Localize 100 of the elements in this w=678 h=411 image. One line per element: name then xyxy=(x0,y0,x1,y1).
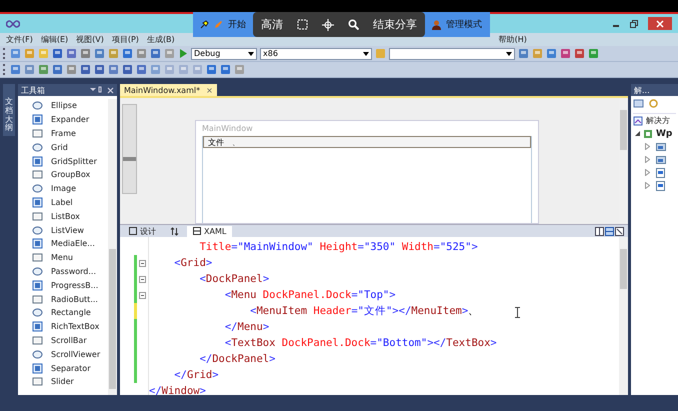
toolbar-icon[interactable] xyxy=(220,64,231,75)
toolbar-icon[interactable] xyxy=(38,64,49,75)
toolbar-icon[interactable] xyxy=(164,48,175,59)
toolbar-icon[interactable] xyxy=(164,64,175,75)
toolbar-icon[interactable] xyxy=(24,48,35,59)
toolbar-icon[interactable] xyxy=(206,64,217,75)
toolbar-icon[interactable] xyxy=(136,64,147,75)
side-tab[interactable]: 文档大纲 xyxy=(3,84,15,136)
toolbox-item[interactable]: Grid xyxy=(51,142,68,152)
toolbox-item[interactable]: Image xyxy=(51,184,76,194)
share-label[interactable]: 开始 xyxy=(228,18,246,31)
file-icon[interactable] xyxy=(656,180,665,190)
restore-icon[interactable] xyxy=(630,20,638,28)
toolbar-icon[interactable] xyxy=(24,64,35,75)
code-line: Title="MainWindow" Height="350" Width="525"> xyxy=(198,240,478,255)
control-icon xyxy=(32,362,43,374)
toolbar-icon[interactable] xyxy=(560,48,571,59)
scroll-bar[interactable] xyxy=(108,99,117,395)
toolbox-item[interactable]: RichTextBox xyxy=(51,322,100,332)
toolbar-icon[interactable] xyxy=(10,48,21,59)
toolbox-item[interactable]: ListBox xyxy=(51,212,80,221)
tree-item[interactable]: 解决方 xyxy=(646,115,670,126)
toolbox-item[interactable]: Expander xyxy=(51,115,90,124)
toolbar-icon[interactable] xyxy=(192,64,203,75)
split-view-icon[interactable] xyxy=(595,226,625,236)
menu-title[interactable]: 帮助(H) xyxy=(498,34,527,45)
toolbox-item[interactable]: Password... xyxy=(51,266,96,276)
toolbox-item[interactable]: GroupBox xyxy=(51,170,90,180)
toolbar-icon[interactable] xyxy=(94,48,105,59)
toolbar-icon[interactable] xyxy=(136,48,147,59)
toolbox-item[interactable]: MediaEle... xyxy=(51,239,95,248)
close-button[interactable] xyxy=(648,17,672,30)
search-icon[interactable] xyxy=(348,19,359,30)
toolbar-icon[interactable] xyxy=(80,48,91,59)
toolbar-icon[interactable] xyxy=(178,64,189,75)
select-area-icon[interactable] xyxy=(297,19,308,30)
toolbar-icon[interactable] xyxy=(80,64,91,75)
panel-title: 解... xyxy=(634,84,650,96)
toolbar-icon[interactable] xyxy=(10,64,21,75)
toolbar-icon[interactable] xyxy=(588,48,599,59)
toolbox-item[interactable]: Rectangle xyxy=(51,308,91,318)
toolbar-icon[interactable] xyxy=(52,48,63,59)
control-icon xyxy=(32,156,43,167)
toolbar-icon[interactable] xyxy=(150,64,161,75)
platform-dropdown[interactable]: x86 xyxy=(260,48,372,60)
toolbox-item[interactable]: Menu xyxy=(51,253,73,262)
toolbar-icon[interactable] xyxy=(108,48,119,59)
toolbar-icon[interactable] xyxy=(122,64,133,75)
toolbar-icon[interactable] xyxy=(52,64,63,75)
crosshair-icon[interactable] xyxy=(322,18,334,30)
menu-title[interactable]: 编辑(E) xyxy=(40,34,68,45)
toolbox-item[interactable]: Separator xyxy=(51,364,90,373)
control-icon xyxy=(32,294,43,305)
play-icon[interactable] xyxy=(178,48,188,59)
toolbar-icon[interactable] xyxy=(122,48,133,59)
menu-title[interactable]: 文件(F) xyxy=(6,34,33,45)
quality-button[interactable]: 高清 xyxy=(261,17,283,32)
menu-title[interactable]: 视图(V) xyxy=(76,34,104,45)
panel-title: 工具箱 xyxy=(21,84,45,96)
mode-label[interactable]: 管理模式 xyxy=(446,18,482,31)
toolbar-icon[interactable] xyxy=(150,48,161,59)
toolbar-icon[interactable] xyxy=(532,48,543,59)
toolbar-icon[interactable] xyxy=(66,64,77,75)
menu-title[interactable]: 项目(P) xyxy=(112,34,139,45)
toolbox-item[interactable]: Slider xyxy=(51,377,74,386)
toolbar-icon[interactable] xyxy=(66,48,77,59)
toolbox-item[interactable]: GridSplitter xyxy=(51,156,97,166)
scroll-bar[interactable] xyxy=(619,237,628,395)
toolbar-icon[interactable] xyxy=(546,48,557,59)
toolbox-item[interactable]: Frame xyxy=(51,128,76,138)
toolbox-item[interactable]: ScrollViewer xyxy=(51,350,100,359)
toolbar-icon[interactable] xyxy=(108,64,119,75)
project-icon xyxy=(643,128,653,138)
toolbar-icon[interactable] xyxy=(518,48,529,59)
collapse-icon[interactable] xyxy=(139,260,146,266)
tree-item[interactable]: Wp xyxy=(656,128,672,138)
collapse-arrow-icon[interactable] xyxy=(635,131,640,136)
collapse-icon[interactable] xyxy=(139,276,146,282)
swap-icon xyxy=(170,226,179,236)
toolbar-icon[interactable] xyxy=(633,98,644,109)
toolbox-item[interactable]: ProgressB... xyxy=(51,280,98,290)
collapse-icon[interactable] xyxy=(139,292,146,298)
document-tab[interactable]: MainWindow.xaml* × xyxy=(120,84,217,96)
toolbar-icon[interactable] xyxy=(234,64,245,75)
toolbar-icon[interactable] xyxy=(94,64,105,75)
toolbox-item[interactable]: ScrollBar xyxy=(51,336,87,345)
close-icon xyxy=(656,20,664,28)
toolbox-item[interactable]: Label xyxy=(51,198,73,207)
toolbar-icon[interactable] xyxy=(574,48,585,59)
end-share-button[interactable]: 结束分享 xyxy=(373,17,417,32)
menu-title[interactable]: 生成(B) xyxy=(146,34,175,45)
view-tab[interactable]: XAML xyxy=(187,226,232,236)
toolbox-item[interactable]: ListView xyxy=(51,226,84,235)
file-icon[interactable] xyxy=(656,168,665,178)
configuration-dropdown[interactable]: Debug xyxy=(191,48,257,60)
xaml-icon xyxy=(193,227,201,235)
search-dropdown[interactable] xyxy=(389,48,515,60)
toolbox-item[interactable]: Ellipse xyxy=(51,101,77,110)
close-icon[interactable] xyxy=(107,86,114,94)
toolbox-item[interactable]: RadioButt... xyxy=(51,294,98,304)
